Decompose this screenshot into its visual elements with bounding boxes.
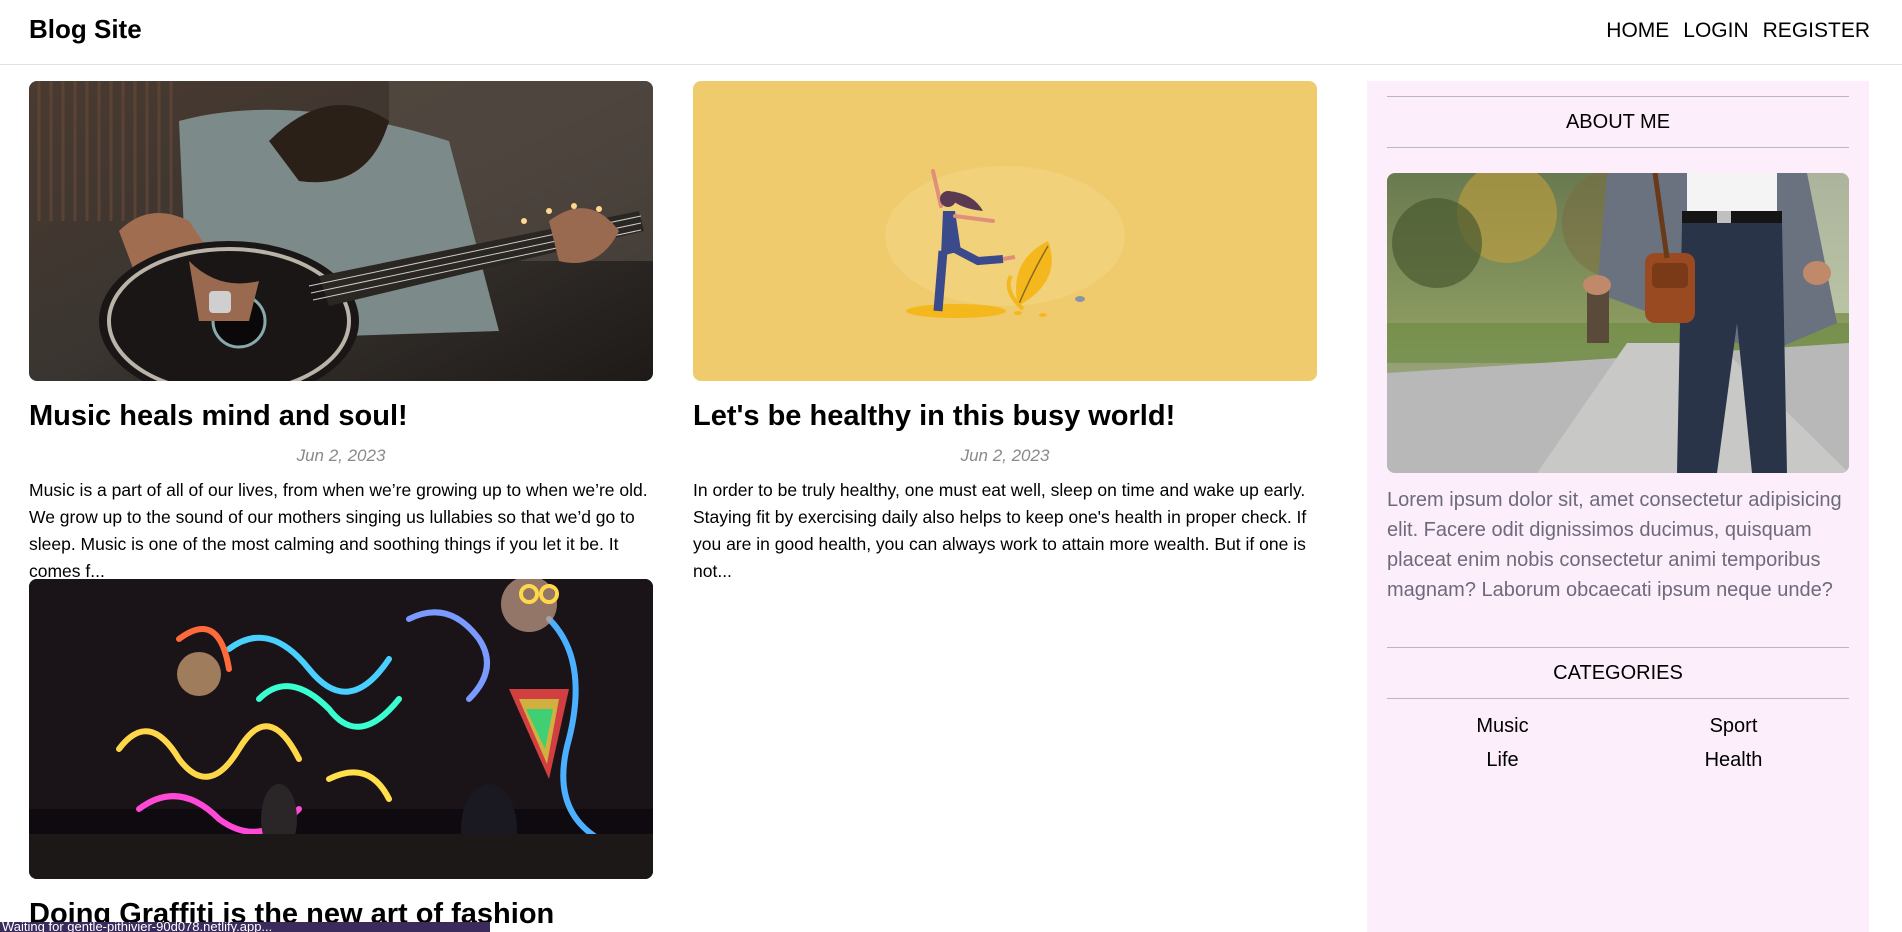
post-image-dancer[interactable] — [693, 81, 1317, 381]
post-description: Music is a part of all of our lives, fro… — [29, 480, 648, 579]
post-image-graffiti[interactable] — [29, 579, 653, 879]
post-card[interactable]: Doing Graffiti is the new art of fashion — [29, 579, 653, 932]
top-navbar: Blog Site HOME LOGIN REGISTER — [0, 0, 1902, 65]
nav-home-link[interactable]: HOME — [1606, 19, 1669, 43]
category-music[interactable]: Music — [1387, 715, 1618, 738]
site-brand[interactable]: Blog Site — [29, 14, 142, 45]
nav-login-link[interactable]: LOGIN — [1683, 19, 1748, 43]
category-life[interactable]: Life — [1387, 749, 1618, 772]
nav-register-link[interactable]: REGISTER — [1763, 19, 1870, 43]
post-date: Jun 2, 2023 — [960, 446, 1050, 466]
sidebar: ABOUT ME Lorem ipsum dolor sit, amet con… — [1367, 81, 1869, 932]
categories-heading: CATEGORIES — [1387, 647, 1849, 699]
about-me-image — [1387, 173, 1849, 473]
post-image-guitar[interactable] — [29, 81, 653, 381]
post-date: Jun 2, 2023 — [296, 446, 386, 466]
browser-status-bar: Waiting for gentle-pithivier-90d078.netl… — [0, 922, 490, 932]
category-sport[interactable]: Sport — [1618, 715, 1849, 738]
post-description: In order to be truly healthy, one must e… — [693, 480, 1307, 582]
nav-links: HOME LOGIN REGISTER — [1606, 19, 1870, 43]
post-title[interactable]: Let's be healthy in this busy world! — [693, 398, 1317, 434]
post-title[interactable]: Music heals mind and soul! — [29, 398, 653, 434]
post-card[interactable]: Music heals mind and soul! Jun 2, 2023 M… — [29, 81, 653, 578]
about-me-text: Lorem ipsum dolor sit, amet consectetur … — [1387, 489, 1842, 601]
category-health[interactable]: Health — [1618, 749, 1849, 772]
categories-list: Music Sport Life Health — [1387, 715, 1849, 772]
post-card[interactable]: Let's be healthy in this busy world! Jun… — [693, 81, 1317, 585]
about-me-heading: ABOUT ME — [1387, 96, 1849, 148]
